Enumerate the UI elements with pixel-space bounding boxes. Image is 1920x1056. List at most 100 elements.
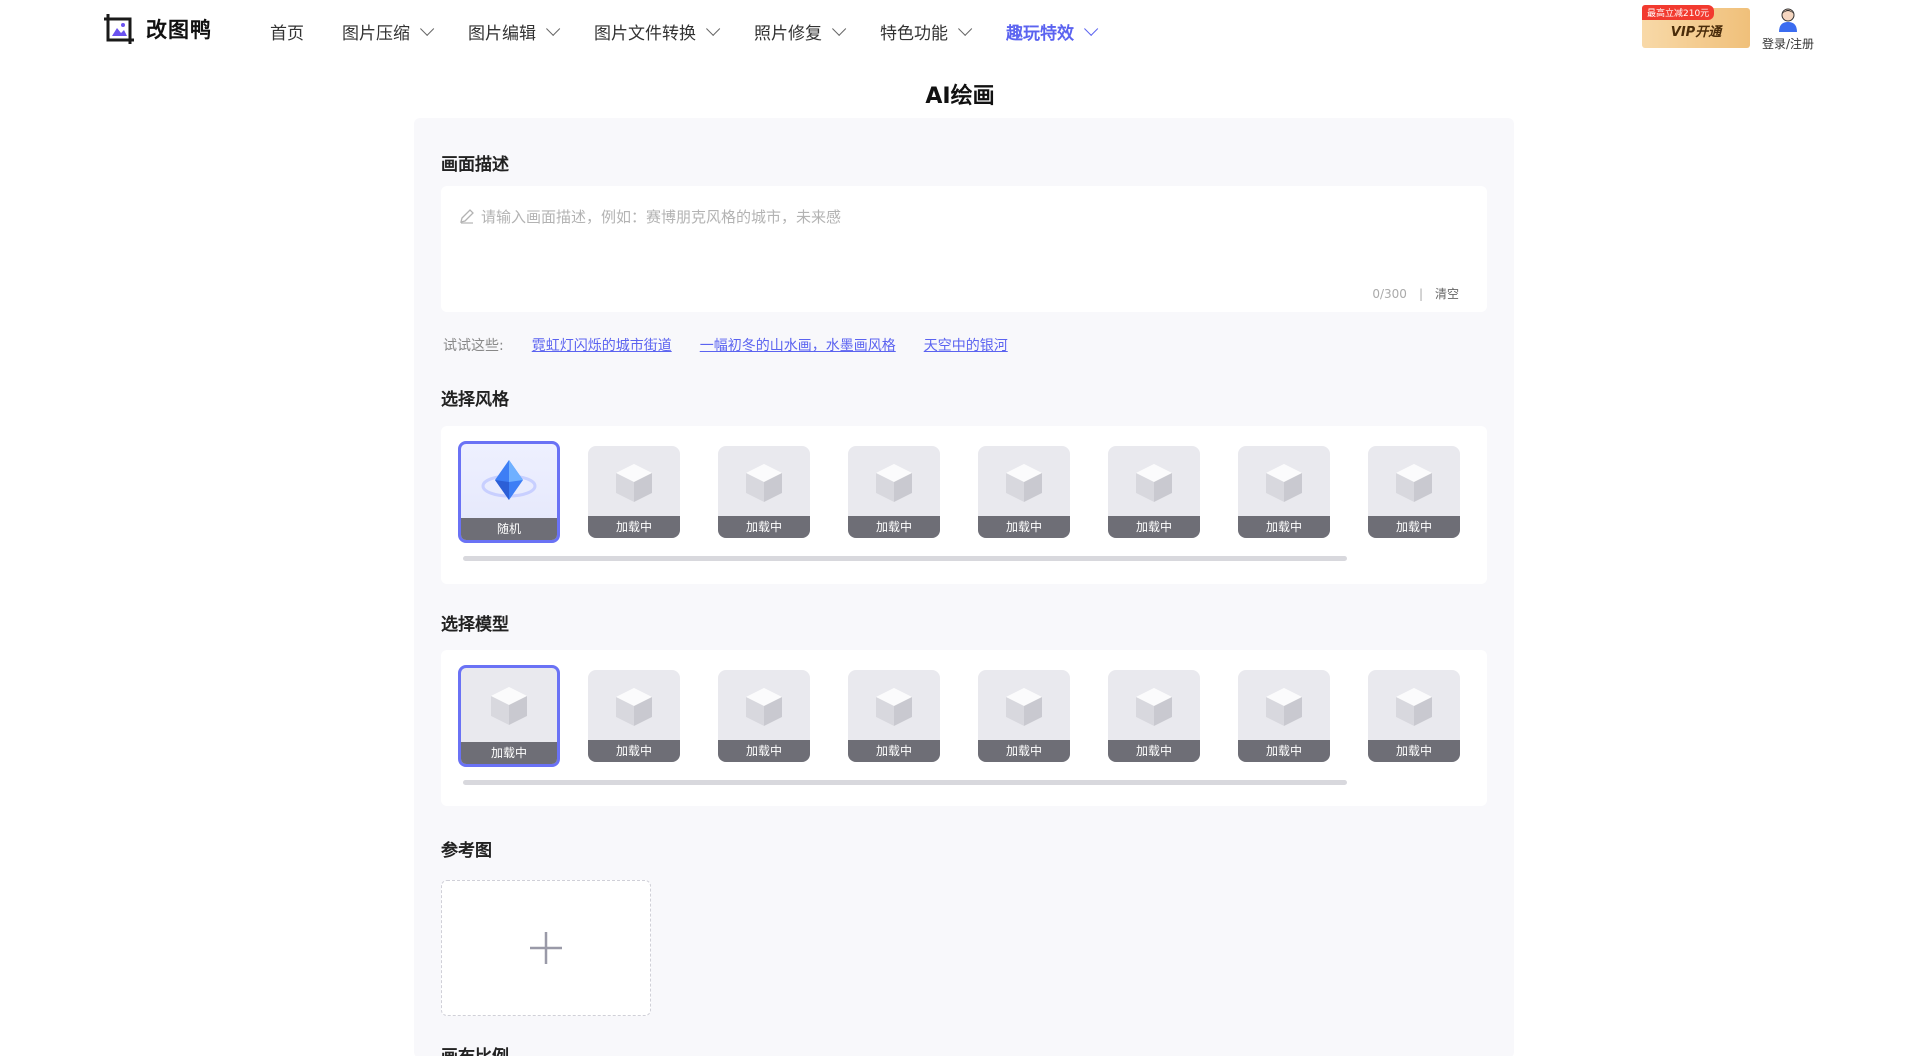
suggestion-link[interactable]: 天空中的银河 [924, 335, 1008, 355]
style-card[interactable]: 加载中 [978, 446, 1070, 538]
model-card[interactable]: 加载中 [1238, 670, 1330, 762]
top-nav-bar: 改图鸭 首页 图片压缩 图片编辑 图片文件转换 照片修复 特色功能 趣玩特效 最… [0, 0, 1920, 62]
vip-label: VIP开通 [1670, 25, 1722, 40]
style-card[interactable]: 加载中 [588, 446, 680, 538]
login-register[interactable]: 登录/注册 [1758, 6, 1818, 52]
style-card-caption: 随机 [461, 518, 557, 540]
model-card-caption: 加载中 [848, 740, 940, 762]
chevron-down-icon [420, 21, 435, 36]
style-card[interactable]: 加载中 [1368, 446, 1460, 538]
random-gem-icon [479, 452, 539, 512]
brand-logo[interactable]: 改图鸭 [102, 12, 212, 46]
chevron-down-icon [546, 21, 561, 36]
placeholder-cube-icon [1262, 685, 1306, 729]
placeholder-cube-icon [1132, 461, 1176, 505]
placeholder-cube-icon [487, 684, 531, 728]
placeholder-cube-icon [1392, 685, 1436, 729]
placeholder-cube-icon [1002, 685, 1046, 729]
model-card-caption: 加载中 [978, 740, 1070, 762]
logo-icon [102, 12, 136, 46]
placeholder-cube-icon [1392, 461, 1436, 505]
placeholder-cube-icon [612, 685, 656, 729]
login-label: 登录/注册 [1761, 37, 1815, 51]
page-title: AI绘画 [925, 84, 995, 109]
style-card[interactable]: 加载中 [1108, 446, 1200, 538]
model-card[interactable]: 加载中 [718, 670, 810, 762]
reference-upload-area[interactable] [441, 880, 651, 1016]
nav-item-edit[interactable]: 图片编辑 [468, 19, 561, 44]
placeholder-cube-icon [742, 685, 786, 729]
chevron-down-icon [832, 21, 847, 36]
discount-badge: 最高立减210元 [1642, 5, 1715, 20]
placeholder-cube-icon [742, 461, 786, 505]
nav-item-convert[interactable]: 图片文件转换 [594, 19, 721, 44]
style-card[interactable]: 加载中 [718, 446, 810, 538]
style-card-row: 随机 加载中 加载中 加载中 加载中 加载中 加载中 加载中 [458, 441, 1498, 543]
placeholder-cube-icon [1132, 685, 1176, 729]
model-card-caption: 加载中 [718, 740, 810, 762]
style-card[interactable]: 加载中 [848, 446, 940, 538]
plus-icon [528, 930, 564, 966]
description-input[interactable] [459, 206, 1459, 276]
nav-item-label: 图片编辑 [468, 23, 536, 44]
reference-label: 参考图 [441, 841, 492, 861]
style-card-caption: 加载中 [1368, 516, 1460, 538]
model-scrollbar[interactable] [463, 780, 1347, 785]
model-card-caption: 加载中 [588, 740, 680, 762]
style-card[interactable]: 随机 [458, 441, 560, 543]
ratio-label: 画布比例 [441, 1042, 509, 1056]
chevron-down-icon [706, 21, 721, 36]
style-card-caption: 加载中 [1238, 516, 1330, 538]
model-card[interactable]: 加载中 [588, 670, 680, 762]
nav-item-fun-effects[interactable]: 趣玩特效 [1006, 19, 1099, 44]
style-card-box: 随机 加载中 加载中 加载中 加载中 加载中 加载中 加载中 [441, 426, 1487, 584]
description-label: 画面描述 [441, 155, 509, 175]
model-card-caption: 加载中 [1368, 740, 1460, 762]
footer-separator: | [1418, 286, 1423, 301]
model-card-caption: 加载中 [461, 742, 557, 764]
style-card-caption: 加载中 [848, 516, 940, 538]
placeholder-cube-icon [872, 461, 916, 505]
model-card-box: 加载中 加载中 加载中 加载中 加载中 加载中 加载中 加载中 [441, 650, 1487, 806]
placeholder-cube-icon [872, 685, 916, 729]
placeholder-cube-icon [1262, 461, 1306, 505]
nav-item-label: 图片压缩 [342, 23, 410, 44]
model-card[interactable]: 加载中 [458, 665, 560, 767]
brand-name: 改图鸭 [146, 18, 212, 42]
nav-item-repair[interactable]: 照片修复 [754, 19, 847, 44]
nav-item-label: 照片修复 [754, 23, 822, 44]
placeholder-cube-icon [1002, 461, 1046, 505]
style-card-caption: 加载中 [588, 516, 680, 538]
suggestions-prefix: 试试这些: [443, 338, 504, 354]
nav-item-home[interactable]: 首页 [270, 19, 304, 44]
model-card[interactable]: 加载中 [848, 670, 940, 762]
suggestion-link[interactable]: 一幅初冬的山水画，水墨画风格 [700, 335, 896, 355]
user-avatar-icon [1777, 6, 1799, 32]
suggestion-link[interactable]: 霓虹灯闪烁的城市街道 [532, 335, 672, 355]
nav-item-label: 趣玩特效 [1006, 23, 1074, 44]
nav-item-label: 图片文件转换 [594, 23, 696, 44]
char-counter: 0/300 [1372, 286, 1407, 301]
clear-button[interactable]: 清空 [1435, 285, 1459, 302]
nav-item-features[interactable]: 特色功能 [880, 19, 973, 44]
style-card-caption: 加载中 [1108, 516, 1200, 538]
style-card-caption: 加载中 [718, 516, 810, 538]
nav-item-label: 特色功能 [880, 23, 948, 44]
nav-item-label: 首页 [270, 23, 304, 44]
style-label: 选择风格 [441, 390, 509, 410]
style-scrollbar[interactable] [463, 556, 1347, 561]
model-card-caption: 加载中 [1108, 740, 1200, 762]
nav-item-compress[interactable]: 图片压缩 [342, 19, 435, 44]
model-card-caption: 加载中 [1238, 740, 1330, 762]
model-label: 选择模型 [441, 615, 509, 635]
model-card[interactable]: 加载中 [978, 670, 1070, 762]
style-card-caption: 加载中 [978, 516, 1070, 538]
description-footer: 0/300 | 清空 [1372, 285, 1459, 302]
style-card[interactable]: 加载中 [1238, 446, 1330, 538]
model-card[interactable]: 加载中 [1108, 670, 1200, 762]
suggestions: 试试这些: 霓虹灯闪烁的城市街道 一幅初冬的山水画，水墨画风格 天空中的银河 [443, 335, 1008, 355]
vip-button[interactable]: 最高立减210元 VIP开通 [1642, 5, 1750, 48]
chevron-down-icon [958, 21, 973, 36]
model-card[interactable]: 加载中 [1368, 670, 1460, 762]
placeholder-cube-icon [612, 461, 656, 505]
